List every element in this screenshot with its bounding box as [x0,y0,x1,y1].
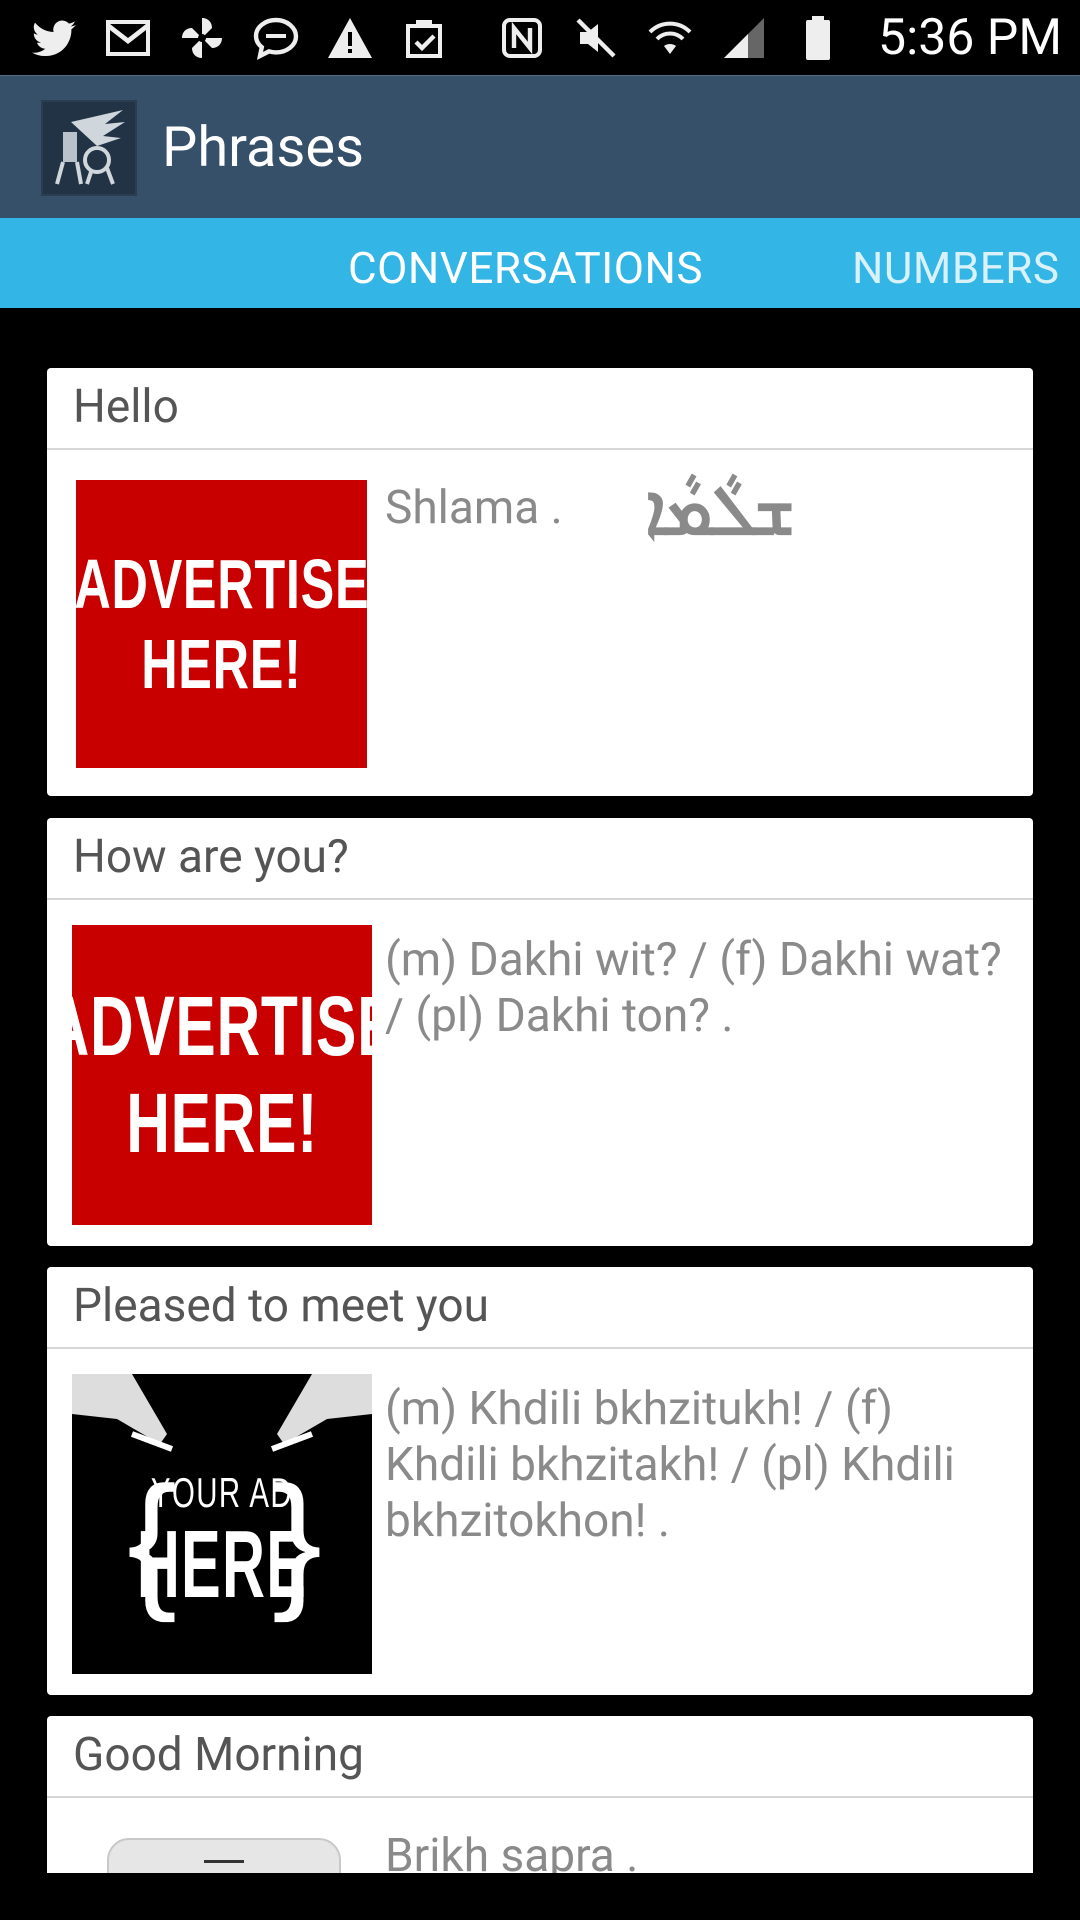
tab-numbers[interactable]: NUMBERS [852,242,1060,294]
card-header: Hello [47,368,1033,450]
card-header: How are you? [47,818,1033,900]
card-title: Hello [73,380,179,434]
phone-speaker [204,1860,244,1863]
twitter-icon [28,12,80,64]
mute-icon [570,12,622,64]
system-icons: 5:36 PM [496,0,1062,75]
phrase-list[interactable]: Hello ADVERTISE HERE! Shlama . ܫܠܵܡܵܐ Ho… [0,308,1080,1873]
clipboard-check-icon [398,12,450,64]
syriac-script: ܫܠܵܡܵܐ [645,470,796,552]
ad-line-1: ADVERTISE [45,979,399,1073]
gmail-icon [102,12,154,64]
cell-signal-icon [718,12,770,64]
advertise-here-ad[interactable]: ADVERTISE HERE! [46,925,398,1225]
nfc-icon [496,12,548,64]
card-title: Good Morning [73,1728,364,1782]
phrase-card[interactable]: How are you? ADVERTISE HERE! (m) Dakhi w… [46,818,1033,1246]
notification-icons [28,0,450,75]
action-bar: Phrases [0,75,1080,219]
phrase-text: Brikh sapra . [385,1829,639,1873]
lamassu-logo-icon[interactable] [41,100,137,196]
tab-conversations[interactable]: CONVERSATIONS [348,242,703,294]
phrase-card[interactable]: Hello ADVERTISE HERE! Shlama . ܫܠܵܡܵܐ [47,368,1033,796]
phrase-text: (m) Khdili bkhzitukh! / (f) Khdili bkhzi… [385,1382,955,1548]
ad-line-2: HERE! [141,625,302,703]
card-title: How are you? [73,830,349,884]
advertise-here-ad[interactable]: ADVERTISE HERE! [74,480,369,768]
card-header: Good Morning [47,1716,1033,1798]
pinwheel-icon [176,12,228,64]
ad-line-1: YOUR AD [150,1469,294,1516]
wifi-icon [644,12,696,64]
ad-line-2: HERE [136,1511,308,1618]
ad-line-2: HERE! [126,1076,318,1170]
page-title: Phrases [162,114,365,180]
ad-text: { } YOUR AD HERE [72,1464,372,1618]
your-ad-here-ad[interactable]: { } YOUR AD HERE [72,1374,372,1674]
status-time: 5:36 PM [877,8,1062,67]
battery-icon [792,12,844,64]
warning-icon [324,12,376,64]
phrase-card[interactable]: Pleased to meet you { } YOUR AD HERE (m)… [47,1267,1033,1695]
phrase-card[interactable]: Good Morning Brikh sapra . [47,1716,1033,1873]
chat-bubble-icon [250,12,302,64]
status-bar: 5:36 PM [0,0,1080,75]
tab-strip: CONVERSATIONS NUMBERS [0,218,1080,308]
phrase-text: (m) Dakhi wit? / (f) Dakhi wat? / (pl) D… [385,933,1002,1043]
phone-image[interactable] [107,1838,341,1873]
bottom-bar [0,1873,1080,1920]
ad-line-1: ADVERTISE [74,545,369,623]
card-header: Pleased to meet you [47,1267,1033,1349]
card-title: Pleased to meet you [73,1279,489,1333]
